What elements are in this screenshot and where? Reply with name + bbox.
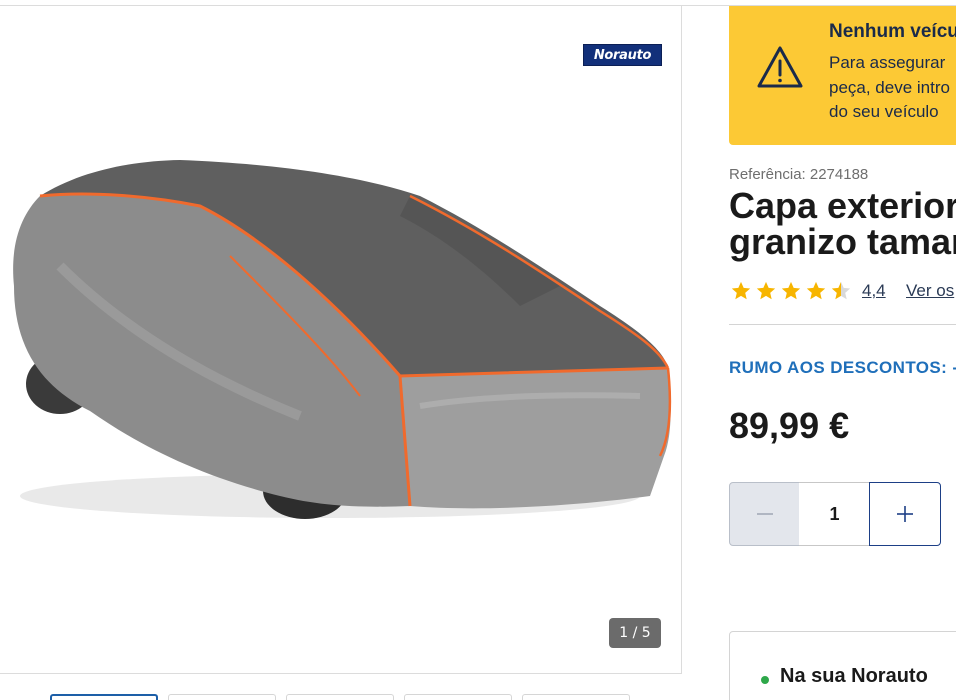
store-label: Na sua Norauto — [780, 665, 928, 687]
product-reference: Referência: 2274188 — [729, 166, 869, 183]
alert-text: peça, deve intro — [829, 78, 950, 97]
reviews-link[interactable]: Ver os — [906, 281, 954, 301]
alert-title: Nenhum veícu — [829, 21, 956, 42]
divider — [729, 324, 956, 325]
quantity-input[interactable]: 1 — [799, 482, 870, 546]
product-title-line: Capa exterior — [729, 185, 956, 226]
product-title-line: granizo taman — [729, 221, 956, 262]
product-title: Capa exterior granizo taman — [729, 188, 956, 260]
alert-text: Para assegurar — [829, 53, 946, 72]
alert-text: do seu veículo — [829, 102, 939, 121]
availability-dot-icon — [761, 676, 769, 684]
thumbnail[interactable] — [168, 694, 276, 700]
thumbnail[interactable] — [404, 694, 512, 700]
rating-stars[interactable] — [730, 280, 855, 302]
star-icon — [781, 281, 801, 300]
thumbnail[interactable] — [522, 694, 630, 700]
half-star-icon — [831, 281, 851, 300]
minus-icon — [756, 513, 773, 515]
product-gallery[interactable]: Norauto 1 / 5 — [0, 6, 682, 674]
brand-logo: Norauto — [583, 44, 662, 66]
promo-banner: RUMO AOS DESCONTOS: - — [729, 358, 956, 377]
store-availability[interactable]: Na sua Norauto — [729, 631, 956, 700]
thumbnail[interactable] — [50, 694, 158, 700]
plus-icon — [897, 506, 913, 522]
increase-quantity-button[interactable] — [869, 482, 941, 546]
product-image[interactable] — [0, 146, 682, 536]
product-price: 89,99 € — [729, 405, 850, 446]
star-icon — [731, 281, 751, 300]
quantity-stepper: 1 — [729, 482, 941, 546]
vehicle-alert[interactable]: Nenhum veícu Para assegurar peça, deve i… — [729, 6, 956, 145]
star-icon — [756, 281, 776, 300]
thumbnail[interactable] — [286, 694, 394, 700]
thumbnail-strip — [50, 694, 650, 700]
decrease-quantity-button[interactable] — [729, 482, 800, 546]
star-icon — [806, 281, 826, 300]
warning-triangle-icon — [757, 46, 803, 88]
rating-value-link[interactable]: 4,4 — [862, 281, 886, 301]
image-counter: 1 / 5 — [609, 618, 661, 648]
